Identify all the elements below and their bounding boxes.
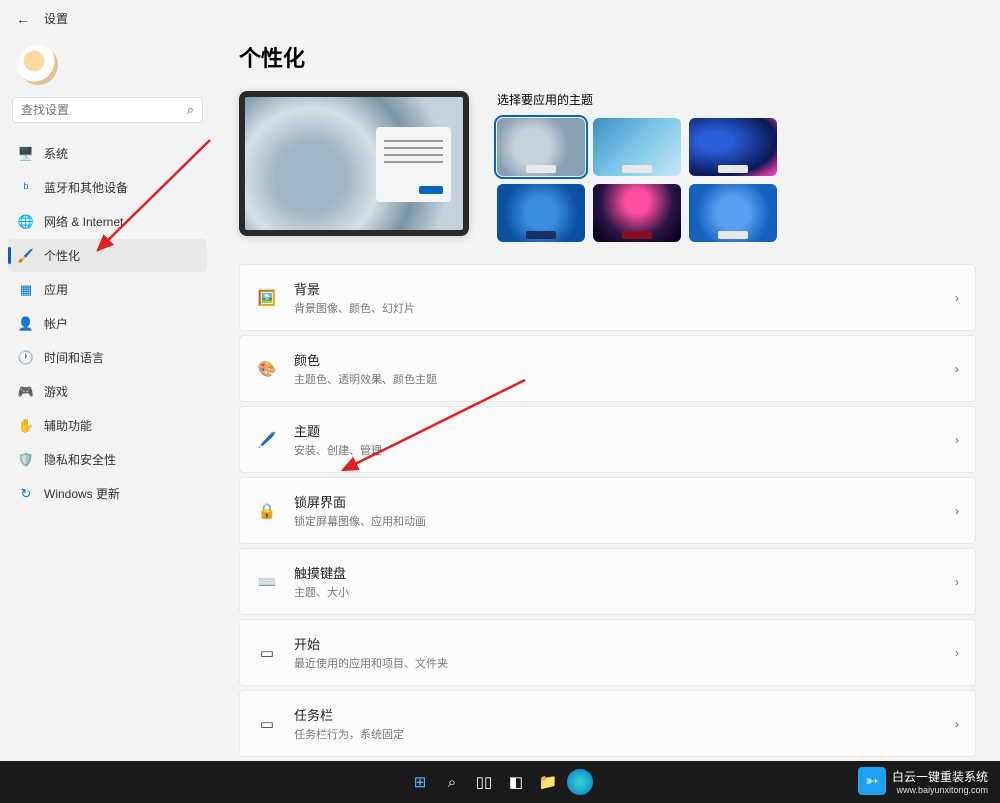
watermark-icon: ➳ — [858, 767, 886, 795]
start-button[interactable]: ⊞ — [407, 769, 433, 795]
desktop-preview — [239, 91, 469, 236]
avatar[interactable] — [18, 45, 58, 85]
setting-sub: 任务栏行为，系统固定 — [294, 726, 955, 742]
setting-item-2[interactable]: 🖊️ 主题 安装、创建、管理 › — [239, 406, 976, 473]
nav-item-0[interactable]: 🖥️ 系统 — [8, 137, 207, 170]
task-view-icon[interactable]: ▯▯ — [471, 769, 497, 795]
nav-label: Windows 更新 — [44, 485, 120, 502]
chevron-right-icon: › — [955, 575, 959, 589]
theme-thumb-6[interactable] — [689, 184, 777, 242]
nav-label: 网络 & Internet — [44, 213, 123, 230]
setting-sub: 最近使用的应用和项目、文件夹 — [294, 655, 955, 671]
nav-item-9[interactable]: 🛡️ 隐私和安全性 — [8, 443, 207, 476]
nav-label: 辅助功能 — [44, 417, 92, 434]
setting-item-1[interactable]: 🎨 颜色 主题色、透明效果、颜色主题 › — [239, 335, 976, 402]
nav-item-5[interactable]: 👤 帐户 — [8, 307, 207, 340]
setting-icon: 🔒 — [256, 500, 278, 522]
setting-icon: 🖊️ — [256, 429, 278, 451]
setting-title: 触摸键盘 — [294, 563, 955, 582]
watermark: ➳ 白云一键重装系统 www.baiyunxitong.com — [858, 767, 988, 795]
setting-title: 颜色 — [294, 350, 955, 369]
setting-title: 锁屏界面 — [294, 492, 955, 511]
setting-sub: 安装、创建、管理 — [294, 442, 955, 458]
taskbar: ⊞ ⌕ ▯▯ ◧ 📁 — [0, 761, 1000, 803]
main-content: 个性化 选择要应用的主题 🖼️ 背景 — [215, 37, 1000, 800]
setting-icon: ⌨️ — [256, 571, 278, 593]
search-box[interactable]: ⌕ — [12, 97, 203, 123]
nav-label: 时间和语言 — [44, 349, 104, 366]
setting-sub: 锁定屏幕图像、应用和动画 — [294, 513, 955, 529]
nav-icon: 👤 — [18, 316, 34, 332]
nav-item-6[interactable]: 🕐 时间和语言 — [8, 341, 207, 374]
chevron-right-icon: › — [955, 362, 959, 376]
setting-sub: 主题色、透明效果、颜色主题 — [294, 371, 955, 387]
nav-icon: 🛡️ — [18, 452, 34, 468]
nav-item-3[interactable]: 🖌️ 个性化 — [8, 239, 207, 272]
theme-thumb-2[interactable] — [593, 118, 681, 176]
setting-icon: ▭ — [256, 642, 278, 664]
setting-item-6[interactable]: ▭ 任务栏 任务栏行为，系统固定 › — [239, 690, 976, 757]
nav-icon: ✋ — [18, 418, 34, 434]
page-title: 个性化 — [239, 41, 976, 73]
theme-thumb-5[interactable] — [593, 184, 681, 242]
chevron-right-icon: › — [955, 291, 959, 305]
nav-label: 蓝牙和其他设备 — [44, 179, 128, 196]
nav-icon: 🕐 — [18, 350, 34, 366]
setting-item-0[interactable]: 🖼️ 背景 背景图像、颜色、幻灯片 › — [239, 264, 976, 331]
nav-icon: ▦ — [18, 282, 34, 298]
themes-title: 选择要应用的主题 — [497, 91, 976, 108]
nav-label: 游戏 — [44, 383, 68, 400]
search-icon: ⌕ — [187, 102, 194, 118]
setting-icon: 🖼️ — [256, 287, 278, 309]
setting-sub: 背景图像、颜色、幻灯片 — [294, 300, 955, 316]
nav-icon: 🌐 — [18, 214, 34, 230]
chevron-right-icon: › — [955, 717, 959, 731]
setting-item-3[interactable]: 🔒 锁屏界面 锁定屏幕图像、应用和动画 › — [239, 477, 976, 544]
nav-label: 个性化 — [44, 247, 80, 264]
sidebar: ⌕ 🖥️ 系统 ᵇ 蓝牙和其他设备 🌐 网络 & Internet 🖌️ 个性化 ▦ 应用 👤 帐户 🕐… — [0, 37, 215, 800]
nav-icon: ↻ — [18, 486, 34, 502]
nav-icon: 🎮 — [18, 384, 34, 400]
setting-title: 背景 — [294, 279, 955, 298]
widgets-icon[interactable]: ◧ — [503, 769, 529, 795]
chevron-right-icon: › — [955, 433, 959, 447]
nav-icon: ᵇ — [18, 180, 34, 196]
setting-icon: 🎨 — [256, 358, 278, 380]
setting-icon: ▭ — [256, 713, 278, 735]
nav-item-1[interactable]: ᵇ 蓝牙和其他设备 — [8, 171, 207, 204]
setting-title: 任务栏 — [294, 705, 955, 724]
header-title: 设置 — [44, 10, 68, 27]
theme-thumb-1[interactable] — [497, 118, 585, 176]
theme-thumb-3[interactable] — [689, 118, 777, 176]
search-input[interactable] — [21, 103, 187, 117]
nav-label: 隐私和安全性 — [44, 451, 116, 468]
nav-label: 系统 — [44, 145, 68, 162]
setting-title: 主题 — [294, 421, 955, 440]
setting-sub: 主题、大小 — [294, 584, 955, 600]
chevron-right-icon: › — [955, 646, 959, 660]
chevron-right-icon: › — [955, 504, 959, 518]
back-button[interactable]: ← — [16, 11, 30, 27]
setting-item-4[interactable]: ⌨️ 触摸键盘 主题、大小 › — [239, 548, 976, 615]
edge-icon[interactable] — [567, 769, 593, 795]
nav-item-10[interactable]: ↻ Windows 更新 — [8, 477, 207, 510]
nav-icon: 🖥️ — [18, 146, 34, 162]
nav-item-7[interactable]: 🎮 游戏 — [8, 375, 207, 408]
nav-label: 应用 — [44, 281, 68, 298]
nav-item-8[interactable]: ✋ 辅助功能 — [8, 409, 207, 442]
taskbar-search-icon[interactable]: ⌕ — [439, 769, 465, 795]
theme-thumb-4[interactable] — [497, 184, 585, 242]
nav-item-2[interactable]: 🌐 网络 & Internet — [8, 205, 207, 238]
explorer-icon[interactable]: 📁 — [535, 769, 561, 795]
nav-icon: 🖌️ — [18, 248, 34, 264]
nav-item-4[interactable]: ▦ 应用 — [8, 273, 207, 306]
setting-title: 开始 — [294, 634, 955, 653]
nav-label: 帐户 — [44, 315, 68, 332]
setting-item-5[interactable]: ▭ 开始 最近使用的应用和项目、文件夹 › — [239, 619, 976, 686]
